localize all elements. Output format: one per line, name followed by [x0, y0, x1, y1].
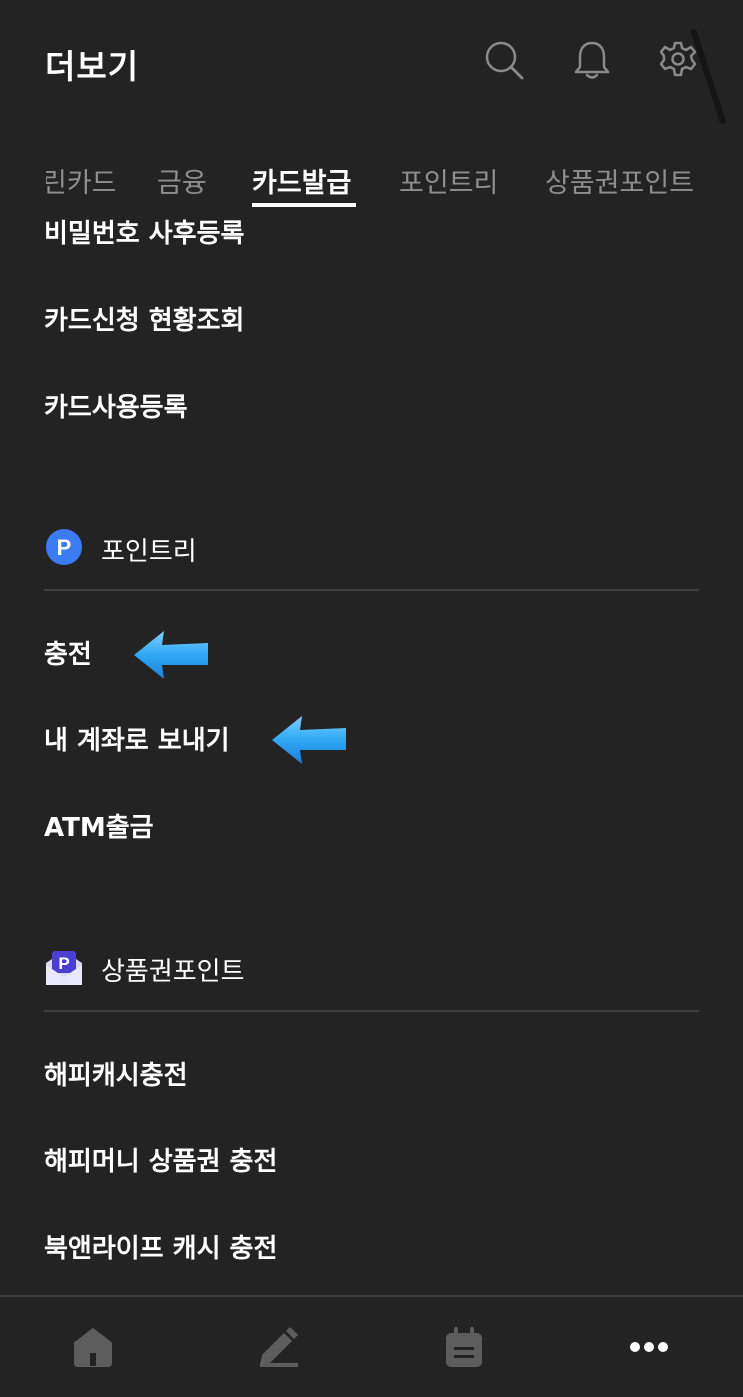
gift-envelope-icon: P — [44, 947, 84, 987]
page-title: 더보기 — [45, 47, 140, 86]
bell-icon[interactable] — [572, 40, 612, 80]
tab-finance[interactable]: 금융 — [157, 161, 207, 200]
pen-icon[interactable] — [256, 1325, 300, 1369]
section-divider — [44, 1010, 699, 1012]
menu-item-card-application-status[interactable]: 카드신청 현황조회 — [44, 300, 244, 337]
bottom-nav — [0, 1297, 743, 1397]
search-icon[interactable] — [484, 40, 524, 80]
menu-item-atm-withdraw[interactable]: ATM출금 — [44, 807, 154, 844]
svg-text:P: P — [58, 954, 69, 973]
tab-gift-point[interactable]: 상품권포인트 — [545, 161, 694, 200]
active-tab-indicator — [252, 203, 356, 207]
menu-item-password-register[interactable]: 비밀번호 사후등록 — [44, 213, 244, 250]
menu-item-booknlife-charge[interactable]: 북앤라이프 캐시 충전 — [44, 1228, 277, 1265]
category-tabs: 린카드 금융 카드발급 포인트리 상품권포인트 — [0, 155, 743, 215]
menu-item-send-to-my-account[interactable]: 내 계좌로 보내기 — [44, 720, 230, 757]
calendar-icon[interactable] — [442, 1325, 486, 1369]
section-title: 포인트리 — [101, 537, 197, 567]
menu-item-happycash-charge[interactable]: 해피캐시충전 — [44, 1055, 188, 1092]
tab-lincard[interactable]: 린카드 — [46, 161, 117, 200]
section-header-gift-point: P 상품권포인트 — [44, 947, 699, 997]
svg-text:P: P — [57, 535, 72, 560]
pointree-p-icon: P — [44, 527, 84, 567]
menu-item-charge[interactable]: 충전 — [44, 634, 92, 671]
more-dots-icon[interactable] — [627, 1325, 671, 1369]
section-divider — [44, 589, 699, 591]
left-arrow-icon — [270, 714, 348, 766]
menu-item-happymoney-charge[interactable]: 해피머니 상품권 충전 — [44, 1141, 277, 1178]
menu-item-card-use-register[interactable]: 카드사용등록 — [44, 387, 188, 424]
gear-icon[interactable] — [658, 40, 698, 80]
home-icon[interactable] — [71, 1325, 115, 1369]
header: 더보기 — [0, 0, 743, 126]
tab-card-issue[interactable]: 카드발급 — [252, 161, 351, 200]
section-title: 상품권포인트 — [101, 957, 245, 987]
left-arrow-icon — [132, 629, 210, 681]
section-header-pointree: P 포인트리 — [44, 527, 699, 577]
tab-pointree[interactable]: 포인트리 — [399, 161, 498, 200]
